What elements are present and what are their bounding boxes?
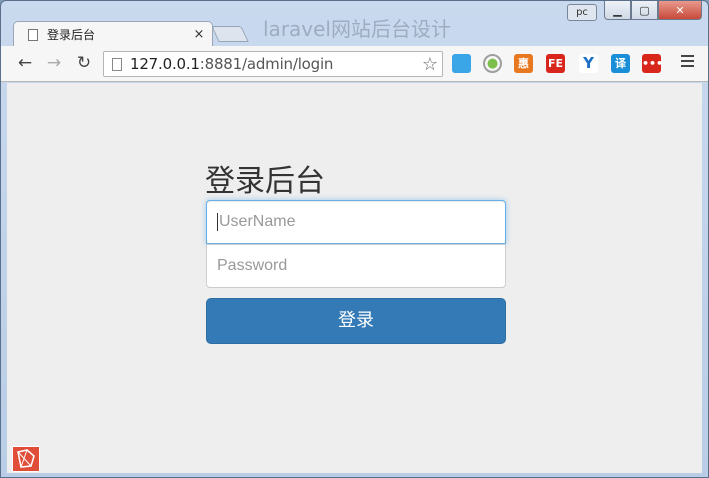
hui-extension-icon[interactable]: 惠 — [514, 54, 533, 73]
window-controls: ▁ ▢ ✕ — [604, 1, 702, 20]
page-icon — [28, 28, 38, 41]
page-info-icon — [112, 57, 122, 71]
translate-extension-icon[interactable]: 译 — [611, 54, 630, 73]
url-text: 127.0.0.1:8881/admin/login — [130, 55, 333, 73]
address-bar[interactable]: 127.0.0.1:8881/admin/login ☆ — [103, 51, 443, 77]
background-window-title: laravel网站后台设计 — [263, 17, 451, 41]
close-window-button[interactable]: ✕ — [658, 1, 702, 20]
browser-window: laravel网站后台设计 pc ▁ ▢ ✕ 登录后台 × ← → ↻ 127.… — [0, 0, 709, 478]
close-icon: ✕ — [675, 3, 685, 17]
password-placeholder: Password — [217, 257, 288, 274]
dots-extension-icon[interactable]: ••• — [642, 54, 663, 73]
forward-button[interactable]: → — [43, 52, 65, 74]
tab-login[interactable]: 登录后台 × — [13, 21, 213, 47]
page-content: 登录后台 UserName Password 登录 — [7, 83, 702, 473]
password-input[interactable]: Password — [206, 244, 506, 288]
user-profile-badge[interactable]: pc — [567, 4, 597, 21]
menu-icon[interactable] — [681, 55, 694, 70]
maximize-icon: ▢ — [639, 3, 650, 17]
browser-toolbar: ← → ↻ 127.0.0.1:8881/admin/login ☆ ● 惠 FE Y… — [1, 46, 708, 82]
minimize-button[interactable]: ▁ — [604, 1, 631, 20]
url-path: :8881/admin/login — [199, 55, 334, 73]
y-extension-icon[interactable]: Y — [579, 54, 598, 73]
new-tab-button[interactable] — [211, 26, 249, 42]
minimize-icon: ▁ — [613, 3, 622, 17]
record-extension-icon[interactable]: ● — [483, 54, 502, 73]
login-button[interactable]: 登录 — [206, 298, 506, 344]
tab-close-button[interactable]: × — [192, 27, 206, 42]
reload-button[interactable]: ↻ — [73, 52, 95, 74]
back-button[interactable]: ← — [14, 52, 36, 74]
fe-extension-icon[interactable]: FE — [546, 54, 565, 73]
maximize-button[interactable]: ▢ — [631, 1, 658, 20]
pin-extension-icon[interactable] — [452, 54, 471, 73]
username-input[interactable]: UserName — [206, 200, 506, 244]
text-caret — [217, 212, 218, 231]
laravel-logo-icon[interactable] — [12, 446, 40, 472]
username-placeholder: UserName — [219, 213, 296, 230]
login-heading: 登录后台 — [205, 164, 325, 199]
url-host: 127.0.0.1 — [130, 55, 200, 73]
title-bar: laravel网站后台设计 pc ▁ ▢ ✕ 登录后台 × — [1, 1, 708, 47]
bookmark-star-icon[interactable]: ☆ — [422, 54, 438, 75]
tab-title: 登录后台 — [47, 28, 96, 42]
